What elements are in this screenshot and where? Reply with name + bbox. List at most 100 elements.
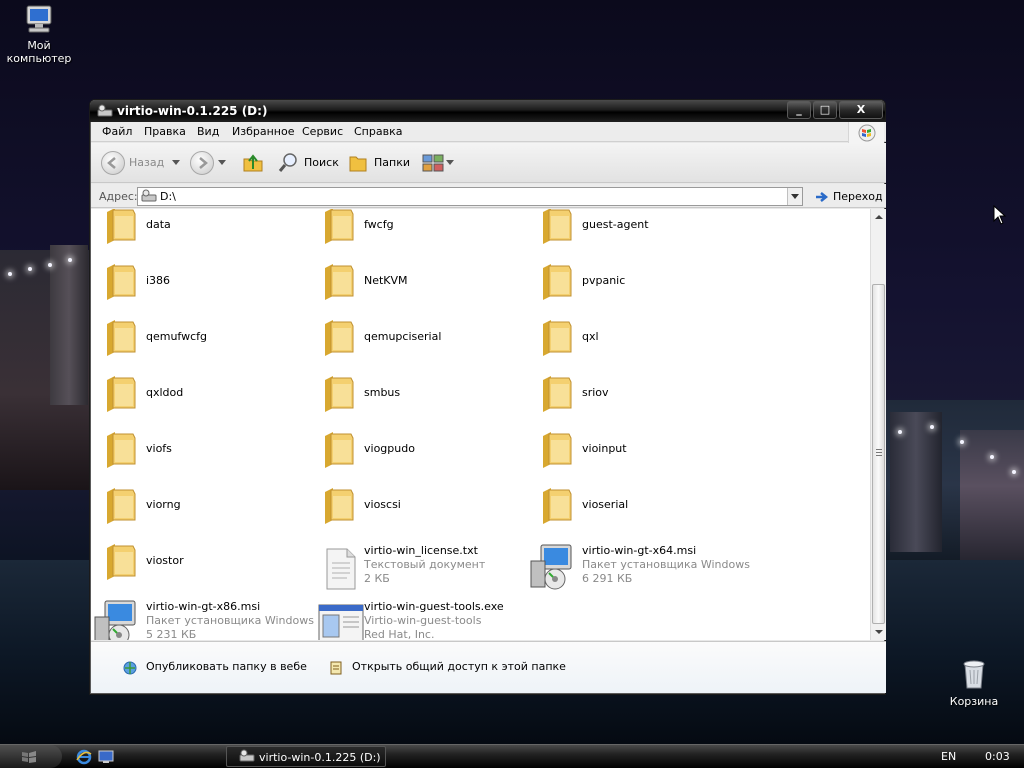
folder-item[interactable]: viofs xyxy=(99,425,317,479)
publish-label: Опубликовать папку в вебе xyxy=(146,660,307,673)
menu-view[interactable]: Вид xyxy=(197,125,219,138)
folder-item[interactable]: data xyxy=(99,209,317,255)
publish-folder-link[interactable]: Опубликовать папку в вебе xyxy=(121,660,307,679)
application-icon xyxy=(317,601,365,640)
bridge-tower-left xyxy=(50,245,88,405)
internet-explorer-icon[interactable] xyxy=(76,749,92,768)
item-name: smbus xyxy=(364,386,401,399)
title-bar[interactable]: virtio-win-0.1.225 (D:) _ □ X xyxy=(90,100,885,122)
text-file-icon xyxy=(323,547,359,594)
folder-icon xyxy=(539,260,575,303)
item-name: qxldod xyxy=(146,386,184,399)
folder-item[interactable]: viorng xyxy=(99,481,317,535)
folder-item[interactable]: vioinput xyxy=(535,425,753,479)
search-button[interactable]: Поиск xyxy=(277,151,339,175)
forward-button[interactable] xyxy=(190,151,230,175)
language-indicator[interactable]: EN xyxy=(941,750,956,763)
folder-item[interactable]: qemupciserial xyxy=(317,313,535,367)
file-item[interactable]: virtio-win-gt-x86.msi Пакет установщика W… xyxy=(94,593,317,640)
file-item[interactable]: virtio-win-gt-x64.msi Пакет установщика W… xyxy=(530,537,753,591)
menu-help[interactable]: Справка xyxy=(354,125,402,138)
installer-package-icon xyxy=(93,599,141,640)
item-detail: Red Hat, Inc. xyxy=(364,628,435,640)
chevron-down-icon[interactable] xyxy=(172,160,180,165)
views-button[interactable] xyxy=(421,151,455,175)
folder-item[interactable]: pvpanic xyxy=(535,257,753,311)
taskbar-window-button[interactable]: virtio-win-0.1.225 (D:) xyxy=(226,746,386,767)
folder-item[interactable]: qxldod xyxy=(99,369,317,423)
city-skyline xyxy=(960,430,1024,570)
folder-icon xyxy=(103,209,139,247)
menu-favorites[interactable]: Избранное xyxy=(232,125,294,138)
desktop-icon-label: компьютер xyxy=(6,52,72,65)
views-icon xyxy=(422,154,444,172)
folder-item[interactable]: fwcfg xyxy=(317,209,535,255)
menu-tools[interactable]: Сервис xyxy=(302,125,343,138)
folders-label: Папки xyxy=(374,156,410,169)
publish-web-icon xyxy=(123,661,137,675)
menu-file[interactable]: Файл xyxy=(102,125,132,138)
folders-icon xyxy=(349,156,367,172)
folder-item[interactable]: viogpudo xyxy=(317,425,535,479)
folder-icon xyxy=(539,428,575,471)
item-name: viogpudo xyxy=(364,442,415,455)
share-folder-link[interactable]: Открыть общий доступ к этой папке xyxy=(327,660,566,679)
menu-edit[interactable]: Правка xyxy=(144,125,186,138)
file-item[interactable]: virtio-win-guest-tools.exe Virtio-win-gue… xyxy=(317,593,535,640)
folder-item[interactable]: NetKVM xyxy=(317,257,535,311)
folder-item[interactable]: vioscsi xyxy=(317,481,535,535)
folder-item[interactable]: smbus xyxy=(317,369,535,423)
close-button[interactable]: X xyxy=(839,101,883,119)
go-arrow-icon xyxy=(816,192,829,202)
desktop-icon-my-computer[interactable]: Мой компьютер xyxy=(0,4,79,65)
minimize-button[interactable]: _ xyxy=(787,101,811,119)
item-name: virtio-win-guest-tools.exe xyxy=(364,600,504,613)
chevron-down-icon[interactable] xyxy=(218,160,226,165)
clock[interactable]: 0:03 xyxy=(985,750,1010,763)
address-bar: Адрес: D:\ Переход xyxy=(91,184,886,208)
go-label: Переход xyxy=(833,190,883,203)
drive-icon xyxy=(97,104,113,121)
file-item[interactable]: virtio-win_license.txt Текстовый документ… xyxy=(317,537,535,591)
scroll-down-button[interactable] xyxy=(871,624,886,640)
folder-icon xyxy=(103,260,139,303)
folder-item[interactable]: viostor xyxy=(99,537,317,591)
explorer-window: virtio-win-0.1.225 (D:) _ □ X Файл Правк… xyxy=(89,99,886,695)
search-icon xyxy=(278,153,297,172)
item-name: qemufwcfg xyxy=(146,330,208,343)
folder-icon xyxy=(321,209,357,247)
go-button[interactable]: Переход xyxy=(813,188,883,205)
folder-item[interactable]: i386 xyxy=(99,257,317,311)
folders-button[interactable]: Папки xyxy=(347,151,411,175)
folder-icon xyxy=(103,372,139,415)
folder-item[interactable]: guest-agent xyxy=(535,209,753,255)
address-input[interactable]: D:\ xyxy=(137,187,803,206)
vertical-scrollbar[interactable] xyxy=(870,209,886,640)
folder-icon xyxy=(321,428,357,471)
show-desktop-icon[interactable] xyxy=(98,749,114,768)
scroll-thumb[interactable] xyxy=(872,284,885,624)
folder-item[interactable]: qxl xyxy=(535,313,753,367)
maximize-button[interactable]: □ xyxy=(813,101,837,119)
scroll-grip xyxy=(876,449,882,450)
item-name: qemupciserial xyxy=(364,330,442,343)
item-name: vioscsi xyxy=(364,498,401,511)
folder-icon xyxy=(539,484,575,527)
file-list: data fwcfg guest-agent i386 NetKVM pvpanic qem… xyxy=(91,209,870,640)
address-dropdown-button[interactable] xyxy=(787,188,802,205)
my-computer-icon xyxy=(0,4,79,37)
folder-icon xyxy=(103,484,139,527)
scroll-up-button[interactable] xyxy=(871,209,886,225)
folder-item[interactable]: vioserial xyxy=(535,481,753,535)
back-button[interactable]: Назад xyxy=(101,151,181,175)
folder-item[interactable]: qemufwcfg xyxy=(99,313,317,367)
start-button[interactable] xyxy=(0,745,62,768)
up-folder-button[interactable] xyxy=(241,151,265,175)
item-detail: 6 291 КБ xyxy=(582,572,633,585)
chevron-down-icon[interactable] xyxy=(446,160,454,165)
bridge-light xyxy=(898,430,902,434)
folder-icon xyxy=(321,484,357,527)
installer-package-icon xyxy=(529,543,577,594)
desktop-icon-recycle-bin[interactable]: Корзина xyxy=(934,656,1014,708)
folder-item[interactable]: sriov xyxy=(535,369,753,423)
